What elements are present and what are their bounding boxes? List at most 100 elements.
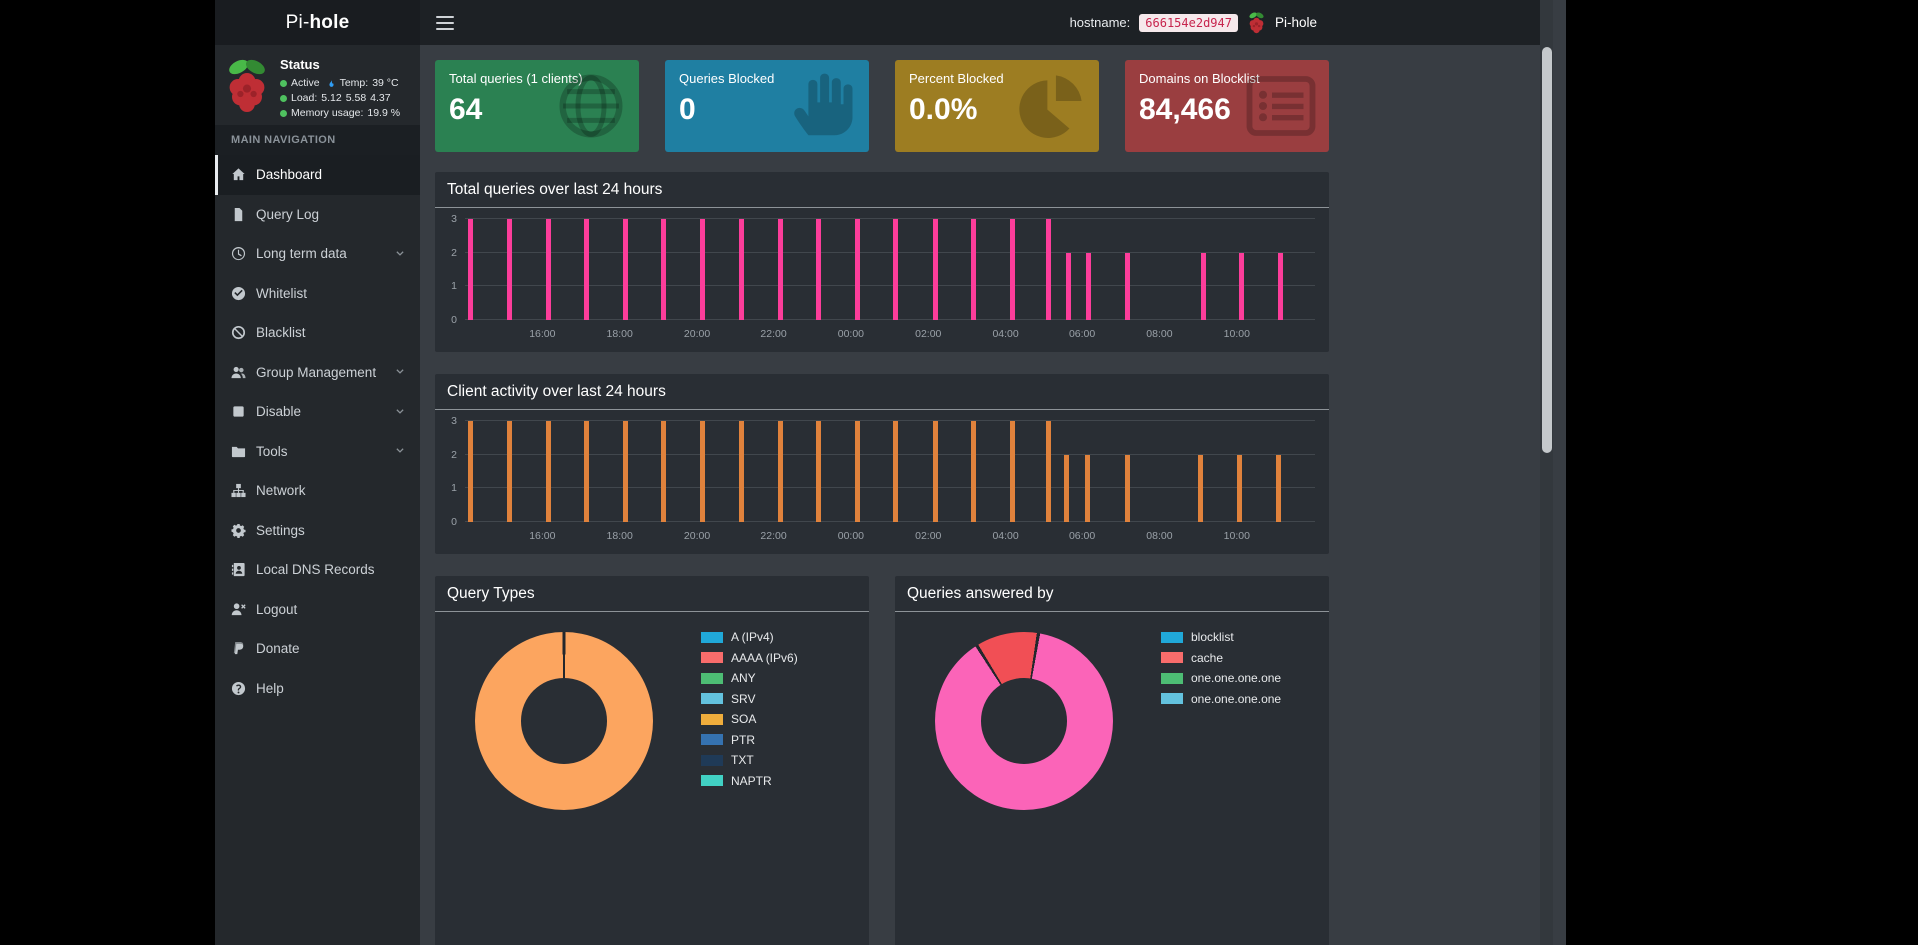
- raspberry-icon: [1249, 12, 1264, 34]
- bar[interactable]: [1201, 252, 1207, 320]
- sidebar-item-network[interactable]: Network: [215, 471, 420, 511]
- sidebar-item-label: Donate: [256, 641, 300, 657]
- legend-item-any[interactable]: ANY: [701, 671, 798, 685]
- globe-icon: [555, 70, 627, 142]
- bar[interactable]: [932, 421, 938, 522]
- sidebar-item-local-dns-records[interactable]: Local DNS Records: [215, 550, 420, 590]
- total-queries-panel: Total queries over last 24 hours 0 1 2 3 16:…: [435, 172, 1329, 352]
- legend-item-srv[interactable]: SRV: [701, 692, 798, 706]
- legend-item-naptr[interactable]: NAPTR: [701, 774, 798, 788]
- sidebar-item-settings[interactable]: Settings: [215, 511, 420, 551]
- legend-item-blocklist[interactable]: blocklist: [1161, 630, 1281, 644]
- legend-item-one-one-one-one[interactable]: one.one.one.one: [1161, 692, 1281, 706]
- queries-answered-by-donut[interactable]: [935, 632, 1113, 810]
- file-icon: [234, 207, 243, 221]
- paypal-icon: [233, 642, 244, 655]
- legend-item-cache[interactable]: cache: [1161, 651, 1281, 665]
- sidebar-item-dashboard[interactable]: Dashboard: [215, 155, 420, 195]
- bar[interactable]: [932, 219, 938, 320]
- hostname-badge: 666154e2d947: [1139, 13, 1238, 32]
- bar[interactable]: [893, 219, 899, 320]
- bar[interactable]: [545, 219, 551, 320]
- legend-swatch: [701, 693, 723, 704]
- bar[interactable]: [1086, 252, 1092, 320]
- temp-value: 39 °C: [372, 77, 399, 89]
- bar[interactable]: [506, 219, 512, 320]
- bar[interactable]: [623, 421, 629, 522]
- query-types-donut[interactable]: [475, 632, 653, 810]
- scrollbar-thumb[interactable]: [1541, 47, 1552, 453]
- load-value-2: 5.58: [345, 92, 367, 104]
- legend-swatch: [701, 734, 723, 745]
- bar[interactable]: [738, 421, 744, 522]
- bar[interactable]: [1124, 252, 1130, 320]
- bar[interactable]: [970, 219, 976, 320]
- bar[interactable]: [1197, 454, 1203, 522]
- legend-swatch: [701, 672, 723, 684]
- sidebar-item-tools[interactable]: Tools: [215, 432, 420, 472]
- bar[interactable]: [1009, 219, 1015, 320]
- sidebar-item-long-term-data[interactable]: Long term data: [215, 234, 420, 274]
- bar[interactable]: [1046, 421, 1052, 522]
- bar[interactable]: [700, 219, 706, 320]
- bar[interactable]: [700, 421, 706, 522]
- bar[interactable]: [584, 219, 589, 320]
- bar[interactable]: [1275, 454, 1281, 522]
- bar[interactable]: [661, 219, 667, 320]
- bar[interactable]: [506, 421, 512, 522]
- bar[interactable]: [1124, 454, 1130, 522]
- total-queries-chart[interactable]: 0 1 2 3 16:00 18:00 20:00 22:00 00:00 02:00 04:00 0…: [443, 210, 1323, 346]
- bar[interactable]: [893, 421, 899, 522]
- bar[interactable]: [1065, 252, 1071, 320]
- bar[interactable]: [777, 421, 783, 522]
- bar[interactable]: [1046, 219, 1052, 320]
- client-activity-panel: Client activity over last 24 hours 0123 1…: [435, 374, 1329, 554]
- sidebar-item-query-log[interactable]: Query Log: [215, 195, 420, 235]
- bar[interactable]: [1236, 454, 1242, 522]
- sidebar-item-whitelist[interactable]: Whitelist: [215, 274, 420, 314]
- panel-body: blocklist cache one.one.one.one one.one.one…: [895, 612, 1329, 810]
- sidebar-item-disable[interactable]: Disable: [215, 392, 420, 432]
- bar[interactable]: [855, 421, 861, 522]
- bar[interactable]: [661, 421, 667, 522]
- client-activity-chart[interactable]: 0 1 2 3 16:00 18:00 20:00 22:00 00:00 02:00 04:00 0…: [443, 412, 1323, 548]
- bar[interactable]: [1084, 454, 1090, 522]
- pihole-logo-icon: [223, 56, 271, 115]
- legend-item-one-one-one-one[interactable]: one.one.one.one: [1161, 671, 1281, 685]
- legend-item-ptr[interactable]: PTR: [701, 733, 798, 747]
- bar[interactable]: [468, 219, 474, 320]
- bar[interactable]: [777, 219, 783, 320]
- legend-item-txt[interactable]: TXT: [701, 753, 798, 767]
- page-scrollbar[interactable]: [1540, 0, 1553, 945]
- bar[interactable]: [1009, 421, 1015, 522]
- bar[interactable]: [855, 219, 861, 320]
- bar[interactable]: [623, 219, 629, 320]
- y-axis-labels: 0123: [451, 213, 457, 326]
- sidebar-toggle-button[interactable]: [436, 15, 454, 30]
- bar[interactable]: [545, 421, 551, 522]
- legend-item-a-ipv4-[interactable]: A (IPv4): [701, 630, 798, 644]
- legend-label: SOA: [731, 712, 757, 726]
- sidebar-item-group-management[interactable]: Group Management: [215, 353, 420, 393]
- sidebar-item-donate[interactable]: Donate: [215, 629, 420, 669]
- legend-swatch: [701, 631, 723, 643]
- legend-item-soa[interactable]: SOA: [701, 712, 798, 726]
- app-logo[interactable]: Pi-hole: [215, 0, 420, 45]
- bar[interactable]: [1239, 252, 1245, 320]
- legend-item-aaaa-ipv6-[interactable]: AAAA (IPv6): [701, 651, 798, 665]
- sidebar-item-blacklist[interactable]: Blacklist: [215, 313, 420, 353]
- bar[interactable]: [1064, 454, 1070, 522]
- bar[interactable]: [468, 421, 474, 522]
- bar[interactable]: [970, 421, 976, 522]
- bar[interactable]: [1277, 252, 1283, 320]
- sidebar-item-label: Long term data: [256, 246, 347, 262]
- sidebar-item-logout[interactable]: Logout: [215, 590, 420, 630]
- sidebar-item-help[interactable]: Help: [215, 669, 420, 709]
- bar[interactable]: [584, 421, 589, 522]
- bar[interactable]: [738, 219, 744, 320]
- bar[interactable]: [816, 421, 822, 522]
- plot-area[interactable]: [465, 218, 1315, 320]
- plot-area[interactable]: [465, 420, 1315, 522]
- bar[interactable]: [816, 219, 822, 320]
- status-active-line: Active Temp: 39 °C: [280, 76, 400, 91]
